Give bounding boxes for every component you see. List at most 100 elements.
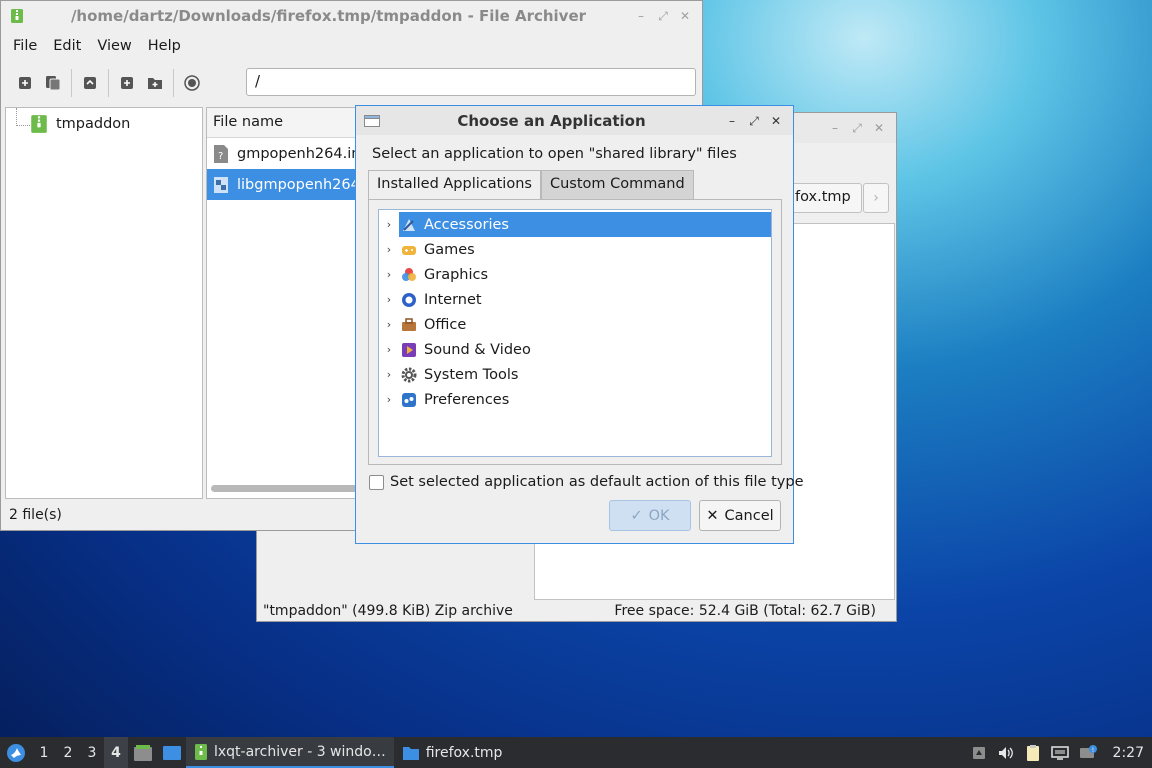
system-tools-icon [401,367,417,382]
add-folder-icon [148,78,162,89]
tab-custom-command[interactable]: Custom Command [540,170,694,199]
task-lxqt-archiver[interactable]: lxqt-archiver - 3 windo… [186,737,394,768]
library-file-icon [214,176,228,193]
desktop-4-button[interactable]: 4 [104,737,128,768]
list-item[interactable]: libgmpopenh264 [207,169,365,200]
category-label: System Tools [424,366,519,383]
path-input[interactable]: / [246,68,696,96]
dialog-titlebar[interactable]: Choose an Application – ⤢ ✕ [356,106,793,135]
category-sound-video[interactable]: › Sound & Video [379,337,771,362]
menu-edit[interactable]: Edit [45,38,89,54]
horizontal-scrollbar[interactable] [211,485,361,492]
archive-icon [195,743,207,760]
stop-button[interactable] [178,69,206,97]
category-internet[interactable]: › Internet [379,287,771,312]
games-icon [402,245,416,255]
add-files-button[interactable] [113,69,141,97]
add-files-icon [121,77,133,89]
tab-installed-applications[interactable]: Installed Applications [368,170,541,200]
desktop-2-button[interactable]: 2 [56,737,80,768]
file-manager-launcher[interactable] [128,737,158,768]
clock[interactable]: 2:27 [1113,745,1144,761]
task-firefox-tmp[interactable]: firefox.tmp [394,737,511,768]
extract-button[interactable] [76,69,104,97]
list-item[interactable]: ? gmpopenh264.in [207,138,365,169]
maximize-icon[interactable]: ⤢ [848,119,866,137]
category-system-tools[interactable]: › System Tools [379,362,771,387]
stop-icon [184,75,200,91]
tree-item-root[interactable]: tmpaddon [30,114,130,134]
folder-tree[interactable]: tmpaddon [5,107,203,499]
menu-help[interactable]: Help [140,38,189,54]
menu-file[interactable]: File [5,38,45,54]
status-right: Free space: 52.4 GiB (Total: 62.7 GiB) [614,603,876,619]
expand-arrow-icon[interactable]: › [379,393,399,406]
category-label: Internet [424,291,482,308]
toolbar-separator [173,69,174,97]
close-icon[interactable]: ✕ [767,112,785,130]
ok-button[interactable]: ✓ OK [609,500,691,531]
category-preferences[interactable]: › Preferences [379,387,771,412]
minimize-icon[interactable]: – [826,119,844,137]
expand-arrow-icon[interactable]: › [379,343,399,356]
open-archive-button[interactable] [39,69,67,97]
graphics-icon [402,267,416,281]
tree-connector [16,108,30,126]
volume-icon[interactable] [997,745,1015,761]
notification-icon[interactable]: ! [1079,744,1097,761]
cancel-button[interactable]: ✕ Cancel [699,500,781,531]
expand-arrow-icon[interactable]: › [379,218,399,231]
dialog-tabs: Installed Applications Custom Command [368,170,694,200]
menu-view[interactable]: View [89,38,139,54]
archiver-titlebar[interactable]: /home/dartz/Downloads/firefox.tmp/tmpadd… [1,1,702,31]
close-icon[interactable]: ✕ [870,119,888,137]
window-icon [364,114,380,127]
file-list[interactable]: File name ? gmpopenh264.in libgmpopenh26… [206,107,366,499]
tray-up-icon[interactable] [971,745,987,761]
system-tray: ! 2:27 [971,737,1152,768]
desktop-3-button[interactable]: 3 [80,737,104,768]
network-icon[interactable] [1050,745,1069,761]
category-label: Games [424,241,475,258]
close-icon[interactable]: ✕ [676,7,694,25]
category-label: Preferences [424,391,510,408]
expand-arrow-icon[interactable]: › [379,268,399,281]
default-action-label[interactable]: Set selected application as default acti… [390,474,803,490]
category-games[interactable]: › Games [379,237,771,262]
minimize-icon[interactable]: – [723,112,741,130]
column-header-filename[interactable]: File name [207,108,365,138]
preferences-icon [402,392,416,407]
default-action-checkbox[interactable] [369,474,384,490]
category-accessories[interactable]: › Accessories [379,212,771,237]
ok-label: OK [648,507,670,524]
maximize-icon[interactable]: ⤢ [654,7,672,25]
tree-item-label: tmpaddon [56,116,131,132]
minimize-icon[interactable]: – [632,7,650,25]
desktop-1-button[interactable]: 1 [32,737,56,768]
start-menu-button[interactable] [0,737,32,768]
sound-video-icon [402,342,416,357]
expand-arrow-icon[interactable]: › [379,318,399,331]
application-tree[interactable]: › Accessories › Games › Graphics › Inter… [378,209,772,457]
category-office[interactable]: › Office [379,312,771,337]
taskbar: 1 2 3 4 lxqt-archiver - 3 windo… firefox… [0,737,1152,768]
maximize-icon[interactable]: ⤢ [745,112,763,130]
clipboard-icon[interactable] [1025,744,1041,762]
breadcrumb-next-button[interactable]: › [863,183,889,213]
show-desktop-button[interactable] [158,737,186,768]
expand-arrow-icon[interactable]: › [379,243,399,256]
expand-arrow-icon[interactable]: › [379,368,399,381]
new-archive-button[interactable] [11,69,39,97]
task-label: firefox.tmp [425,744,503,761]
accessories-icon [403,218,415,231]
expand-arrow-icon[interactable]: › [379,293,399,306]
lxqt-logo-icon [7,743,25,762]
file-name: gmpopenh264.in [237,145,361,162]
check-icon: ✓ [630,507,643,524]
add-folder-button[interactable] [141,69,169,97]
default-action-checkbox-row[interactable]: Set selected application as default acti… [369,474,803,490]
folder-icon [402,746,419,760]
path-breadcrumb[interactable]: fox.tmp [788,183,862,213]
category-graphics[interactable]: › Graphics [379,262,771,287]
status-left: "tmpaddon" (499.8 KiB) Zip archive [263,603,513,619]
